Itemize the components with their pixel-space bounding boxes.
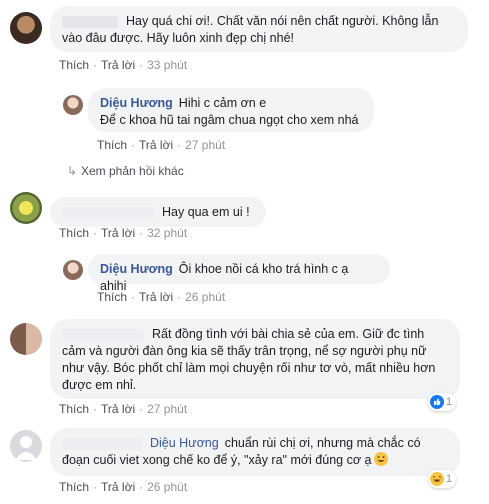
- reply-link[interactable]: Trả lời: [101, 226, 135, 240]
- author-name[interactable]: Diệu Hương: [100, 262, 173, 276]
- author-avatar[interactable]: [63, 95, 83, 115]
- comment-text-line2: đoạn cuối viet xong chế ko để ý, "xảy ra…: [62, 453, 372, 467]
- like-link[interactable]: Thích: [59, 480, 89, 494]
- reply-arrow-icon: ↳: [67, 164, 78, 178]
- timestamp[interactable]: 27 phút: [147, 402, 187, 416]
- like-link[interactable]: Thích: [59, 58, 89, 72]
- comment-actions: Thích · Trả lời · 26 phút: [59, 480, 188, 494]
- reply-actions: Thích · Trả lời · 26 phút: [97, 290, 226, 304]
- reply-link[interactable]: Trả lời: [101, 58, 135, 72]
- commenter-avatar[interactable]: [10, 192, 42, 224]
- reply-bubble: Diệu Hương Hihi c cảm ơn e Để c khoa hũ t…: [88, 88, 374, 132]
- comment-text-line4: được em nhỉ.: [62, 378, 137, 392]
- reply-actions: Thích · Trả lời · 27 phút: [97, 138, 226, 152]
- reply-link[interactable]: Trả lời: [139, 138, 173, 152]
- comment-actions: Thích · Trả lời · 32 phút: [59, 226, 188, 240]
- timestamp[interactable]: 32 phút: [147, 226, 187, 240]
- comment-bubble: Rất đồng tình với bài chia sẻ của em. Gi…: [50, 319, 460, 399]
- comment-actions: Thích · Trả lời · 27 phút: [59, 402, 188, 416]
- like-link[interactable]: Thích: [97, 290, 127, 304]
- like-reaction-icon: [430, 395, 444, 409]
- comment-text-line2: vào đâu được. Hãy luôn xinh đẹp chị nhé!: [62, 31, 294, 45]
- timestamp[interactable]: 27 phút: [185, 138, 225, 152]
- grinning-emoji-icon: [374, 452, 389, 466]
- comment-text-line2: cảm và người đàn ông kia sẽ thấy trân tr…: [62, 344, 427, 358]
- like-link[interactable]: Thích: [97, 138, 127, 152]
- like-link[interactable]: Thích: [59, 402, 89, 416]
- reply-bubble: Diệu Hương Ôi khoe nồi cá kho trá hình c …: [88, 254, 390, 293]
- timestamp[interactable]: 26 phút: [147, 480, 187, 494]
- comment-text-line3: như vậy. Bóc phốt chỉ làm mọi chuyện rối…: [62, 361, 436, 375]
- timestamp[interactable]: 26 phút: [185, 290, 225, 304]
- author-avatar[interactable]: [63, 260, 83, 280]
- reaction-count: 1: [446, 473, 453, 485]
- blurred-name: [62, 15, 118, 28]
- timestamp[interactable]: 33 phút: [147, 58, 187, 72]
- comment-bubble: Hay qua em ui !: [50, 197, 266, 227]
- comment-text-line1: Hay quá chi ơi!. Chất văn nói nên chất n…: [126, 14, 439, 28]
- comment-text: Hay qua em ui !: [162, 205, 250, 219]
- more-replies-link[interactable]: ↳ Xem phản hồi khác: [67, 164, 184, 178]
- commenter-avatar[interactable]: [10, 12, 42, 44]
- reaction-summary[interactable]: 1: [428, 470, 457, 488]
- haha-reaction-icon: [430, 472, 444, 486]
- comment-text-line1: Rất đồng tình với bài chia sẻ của em. Gi…: [152, 327, 425, 341]
- reaction-count: 1: [446, 396, 453, 408]
- commenter-avatar[interactable]: [10, 323, 42, 355]
- reply-text-line1: Hihi c cảm ơn e: [178, 96, 267, 110]
- default-profile-icon: [15, 436, 37, 460]
- reply-link[interactable]: Trả lời: [101, 480, 135, 494]
- author-name[interactable]: Diệu Hương: [100, 96, 173, 110]
- comment-text-line1: chuẩn rùi chị ơi, nhưng mà chắc có: [224, 436, 421, 450]
- comment-bubble: Hay quá chi ơi!. Chất văn nói nên chất n…: [50, 6, 468, 52]
- blurred-name: [62, 206, 154, 219]
- reply-link[interactable]: Trả lời: [101, 402, 135, 416]
- blurred-name: [62, 437, 142, 450]
- commenter-avatar[interactable]: [10, 430, 42, 462]
- comment-bubble: Diệu Hương chuẩn rùi chị ơi, nhưng mà chắ…: [50, 428, 460, 476]
- tagged-user[interactable]: Diệu Hương: [150, 436, 219, 450]
- reaction-summary[interactable]: 1: [428, 393, 457, 411]
- blurred-name: [62, 328, 144, 341]
- comment-actions: Thích · Trả lời · 33 phút: [59, 58, 188, 72]
- reply-text-line2: Để c khoa hũ tai ngâm chua ngọt cho xem …: [100, 113, 359, 127]
- reply-link[interactable]: Trả lời: [139, 290, 173, 304]
- like-link[interactable]: Thích: [59, 226, 89, 240]
